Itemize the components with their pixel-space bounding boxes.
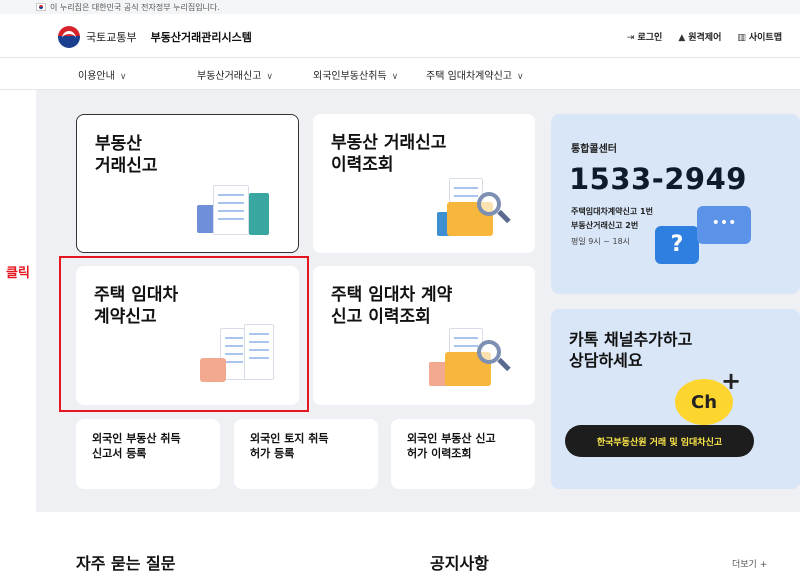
callcenter-option-1: 주택임대차계약신고 1번 xyxy=(571,207,653,216)
folder-search-icon xyxy=(435,176,515,238)
card-foreigner-permit-history[interactable]: 외국인 부동산 신고허가 이력조회 xyxy=(391,419,535,489)
card-foreigner-land-permit[interactable]: 외국인 토지 취득허가 등록 xyxy=(234,419,378,489)
login-link[interactable]: ⇥ 로그인 xyxy=(627,30,662,43)
house-folder-search-icon xyxy=(427,326,517,388)
ministry-name: 국토교통부 xyxy=(86,31,137,44)
chevron-down-icon: ∨ xyxy=(266,72,273,82)
card-title-line2: 허가 등록 xyxy=(250,447,295,460)
card-foreigner-acquisition-register[interactable]: 외국인 부동산 취득신고서 등록 xyxy=(76,419,220,489)
cursor-icon: ▲ xyxy=(678,33,686,43)
site-header: 국토교통부 부동산거래관리시스템 ⇥ 로그인 ▲ 원격제어 ▥ 사이트맵 xyxy=(0,14,800,58)
chevron-down-icon: ∨ xyxy=(119,72,127,82)
login-icon: ⇥ xyxy=(626,33,635,43)
callcenter-hours: 평일 9시 ~ 18시 xyxy=(571,237,631,246)
kakao-channel-button[interactable]: 한국부동산원 거래 및 임대차신고 xyxy=(565,425,754,457)
more-link[interactable]: 더보기 + xyxy=(732,557,767,570)
chevron-down-icon: ∨ xyxy=(391,72,399,82)
card-title-line2: 계약신고 xyxy=(94,307,157,327)
ministry-logo-icon xyxy=(58,26,80,48)
gov-banner: 이 누리집은 대한민국 공식 전자정부 누리집입니다. xyxy=(0,0,800,14)
card-title-line2: 신고서 등록 xyxy=(92,447,147,460)
callcenter-phone: 1533-2949 xyxy=(569,162,747,196)
system-name: 부동산거래관리시스템 xyxy=(150,31,252,44)
site-logo[interactable]: 국토교통부 부동산거래관리시스템 xyxy=(58,26,252,48)
card-title-line2: 거래신고 xyxy=(95,156,158,176)
card-title-line1: 부동산 거래신고 xyxy=(331,133,447,153)
chevron-down-icon: ∨ xyxy=(516,72,524,82)
card-title-line1: 외국인 토지 취득 xyxy=(250,432,329,445)
sitemap-icon: ▥ xyxy=(737,33,746,43)
utility-menu: ⇥ 로그인 ▲ 원격제어 ▥ 사이트맵 xyxy=(627,30,782,43)
callcenter-option-2: 부동산거래신고 2번 xyxy=(571,221,639,230)
house-checklist-icon xyxy=(198,324,278,386)
notice-heading: 공지사항 xyxy=(430,554,489,573)
card-title-line1: 외국인 부동산 신고 xyxy=(407,432,496,445)
callcenter-panel: 통합콜센터 1533-2949 주택임대차계약신고 1번 부동산거래신고 2번 … xyxy=(551,114,800,294)
card-title-line1: 부동산 xyxy=(95,134,142,154)
card-title-line1: 외국인 부동산 취득 xyxy=(92,432,181,445)
gov-banner-text: 이 누리집은 대한민국 공식 전자정부 누리집입니다. xyxy=(50,2,220,12)
kakao-title-line2: 상담하세요 xyxy=(569,351,643,370)
remote-control-link[interactable]: ▲ 원격제어 xyxy=(678,30,721,43)
card-lease-report[interactable]: 주택 임대차 계약신고 xyxy=(76,266,299,405)
card-trade-history[interactable]: 부동산 거래신고 이력조회 xyxy=(313,114,535,253)
sitemap-link[interactable]: ▥ 사이트맵 xyxy=(737,30,782,43)
plus-icon: + xyxy=(721,367,742,395)
korean-flag-icon xyxy=(36,3,46,11)
nav-item-lease-report[interactable]: 주택 임대차계약신고 ∨ xyxy=(426,67,524,82)
click-annotation-label: 클릭 xyxy=(6,266,30,281)
card-title-line2: 허가 이력조회 xyxy=(407,447,472,460)
card-lease-history[interactable]: 주택 임대차 계약 신고 이력조회 xyxy=(313,266,535,405)
faq-heading: 자주 묻는 질문 xyxy=(76,554,176,573)
kakao-title-line1: 카톡 채널추가하고 xyxy=(569,330,693,349)
card-title-line1: 주택 임대차 xyxy=(94,285,179,305)
card-title-line2: 신고 이력조회 xyxy=(331,307,431,327)
nav-item-foreigner-acquisition[interactable]: 외국인부동산취득 ∨ xyxy=(313,67,398,82)
nav-item-trade-report[interactable]: 부동산거래신고 ∨ xyxy=(197,67,273,82)
nav-item-guide[interactable]: 이용안내 ∨ xyxy=(78,67,126,82)
main-nav: 이용안내 ∨ 부동산거래신고 ∨ 외국인부동산취득 ∨ 주택 임대차계약신고 ∨ xyxy=(0,58,800,90)
card-title-line1: 주택 임대차 계약 xyxy=(331,285,453,305)
card-title-line2: 이력조회 xyxy=(331,155,394,175)
card-trade-report[interactable]: 부동산 거래신고 xyxy=(76,114,299,253)
kakao-channel-panel: 카톡 채널추가하고 상담하세요 Ch + 한국부동산원 거래 및 임대차신고 xyxy=(551,309,800,489)
buildings-document-icon xyxy=(195,177,275,237)
callcenter-title: 통합콜센터 xyxy=(571,144,617,155)
